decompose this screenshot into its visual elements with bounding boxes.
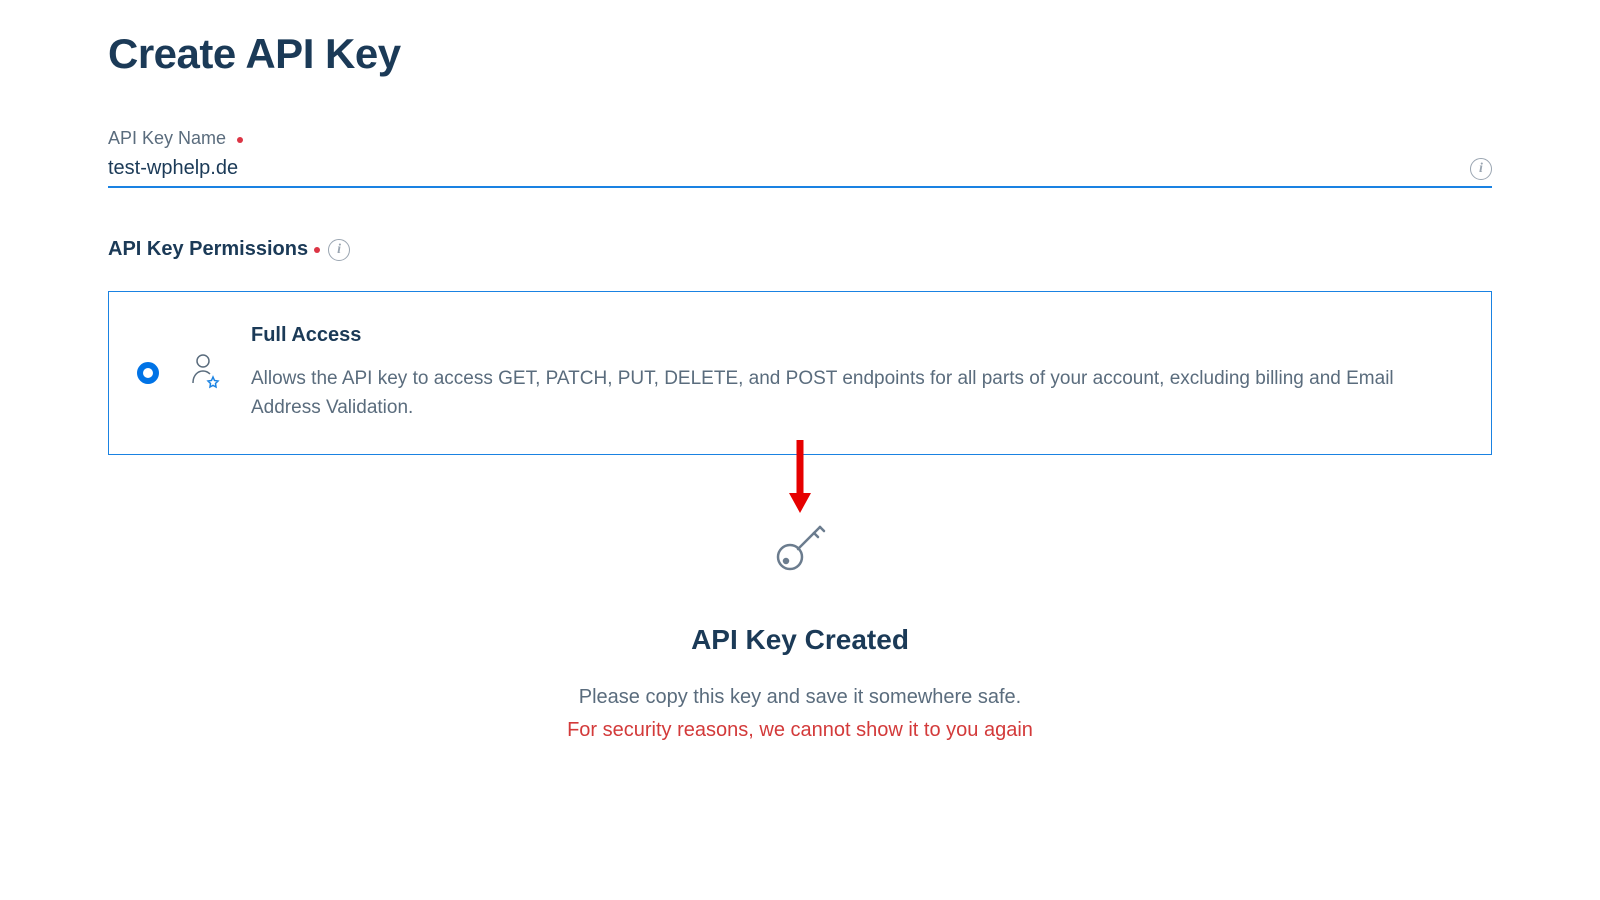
permission-title: Full Access: [251, 324, 1463, 347]
required-indicator-icon: [237, 137, 243, 143]
permissions-header: API Key Permissions i: [108, 238, 1492, 261]
api-key-name-input[interactable]: [108, 155, 1462, 182]
info-icon[interactable]: i: [1470, 158, 1492, 180]
permission-option-full-access[interactable]: Full Access Allows the API key to access…: [108, 291, 1492, 455]
api-key-name-label: API Key Name: [108, 128, 226, 149]
key-created-title: API Key Created: [108, 624, 1492, 656]
radio-selected-icon[interactable]: [137, 362, 159, 384]
required-indicator-icon: [314, 247, 320, 253]
permission-content: Full Access Allows the API key to access…: [251, 324, 1463, 422]
key-created-warning: For security reasons, we cannot show it …: [108, 719, 1492, 742]
api-key-name-input-row: i: [108, 155, 1492, 188]
permission-description: Allows the API key to access GET, PATCH,…: [251, 365, 1463, 422]
permissions-label: API Key Permissions: [108, 238, 308, 261]
person-star-icon: [189, 353, 221, 394]
key-icon: [108, 515, 1492, 584]
key-created-section: API Key Created Please copy this key and…: [108, 515, 1492, 742]
key-created-subtext: Please copy this key and save it somewhe…: [108, 686, 1492, 709]
api-key-name-field: API Key Name i: [108, 128, 1492, 188]
info-icon[interactable]: i: [328, 239, 350, 261]
page-title: Create API Key: [108, 30, 1492, 78]
arrow-down-icon: [108, 435, 1492, 515]
